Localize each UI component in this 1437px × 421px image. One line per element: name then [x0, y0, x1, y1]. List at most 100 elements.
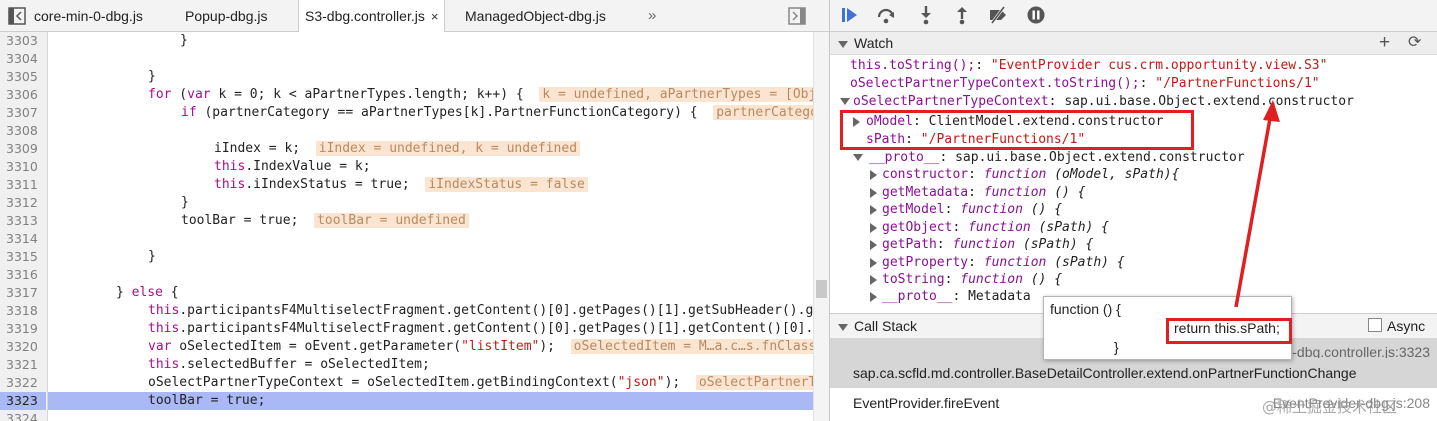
watch-section-header[interactable]: Watch + ⟳ [830, 31, 1437, 55]
watch-expression[interactable]: oSelectPartnerTypeContext.toString();: "… [850, 75, 1320, 93]
resume-icon[interactable] [840, 5, 860, 25]
line-number[interactable]: 3314 [0, 230, 46, 248]
current-execution-line: toolBar = true; [48, 392, 813, 410]
close-tab-icon[interactable]: × [431, 9, 439, 24]
code-text: } [116, 285, 132, 300]
code-line: } [48, 194, 813, 212]
function-args: (sPath) { [1015, 237, 1094, 252]
function-args: () { [1022, 272, 1063, 287]
code-line: oSelectPartnerTypeContext = oSelectedIte… [48, 374, 813, 392]
line-number[interactable]: 3316 [0, 266, 46, 284]
deactivate-breakpoints-icon[interactable] [988, 5, 1008, 25]
call-stack-frame[interactable]: sap.ca.scfld.md.controller.BaseDetailCon… [830, 358, 1437, 388]
code-text: iIndex = k; [214, 141, 301, 156]
line-number-gutter: 3303 3304 3305 3306 3307 3308 3309 3310 … [0, 32, 48, 421]
step-over-icon[interactable] [876, 5, 896, 25]
function-keyword: function [952, 237, 1016, 252]
line-number[interactable]: 3324 [0, 410, 46, 421]
popup-line: function () { [1050, 301, 1121, 317]
code-editor[interactable]: } } for (var k = 0; k < aPartnerTypes.le… [48, 32, 813, 421]
property-proto[interactable]: __proto__: sap.ui.base.Object.extend.con… [853, 149, 1245, 167]
popup-line: } [1114, 339, 1119, 355]
code-text: } [180, 33, 188, 48]
step-into-icon[interactable] [916, 5, 936, 25]
line-number[interactable]: 3307 [0, 104, 46, 122]
proto-member[interactable]: getModel: function () { [870, 201, 1062, 219]
line-number[interactable]: 3309 [0, 140, 46, 158]
line-number[interactable]: 3319 [0, 320, 46, 338]
tab-label: ManagedObject-dbg.js [465, 8, 606, 24]
proto-member[interactable]: __proto__: Metadata [870, 288, 1031, 306]
line-number[interactable]: 3313 [0, 212, 46, 230]
code-line: var oSelectedItem = oEvent.getParameter(… [48, 338, 813, 356]
code-text: { [162, 285, 179, 300]
code-line: this.IndexValue = k; [48, 158, 813, 176]
member-value: Metadata [968, 289, 1031, 304]
tab-s3-controller[interactable]: S3-dbg.controller.js × [298, 0, 446, 32]
proto-member[interactable]: toString: function () { [870, 271, 1062, 289]
keyword: this [148, 321, 180, 336]
keyword: var [187, 87, 211, 102]
editor-tab-bar: core-min-0-dbg.js Popup-dbg.js S3-dbg.co… [0, 0, 829, 32]
watch-expression-expanded[interactable]: oSelectPartnerTypeContext: sap.ui.base.O… [840, 93, 1354, 111]
pause-on-exceptions-icon[interactable] [1026, 5, 1046, 25]
line-number[interactable]: 3306 [0, 86, 46, 104]
proto-member[interactable]: getObject: function (sPath) { [870, 219, 1109, 237]
line-number[interactable]: 3320 [0, 338, 46, 356]
proto-member[interactable]: constructor: function (oModel, sPath){ [870, 166, 1179, 184]
string-literal: "listItem" [461, 339, 540, 354]
line-number[interactable]: 3305 [0, 68, 46, 86]
toggle-navigator-icon[interactable] [4, 0, 26, 31]
code-line: this.participantsF4MultiselectFragment.g… [48, 302, 813, 320]
tab-label: core-min-0-dbg.js [34, 8, 143, 24]
tab-core-min[interactable]: core-min-0-dbg.js [34, 0, 143, 31]
code-line: } [48, 32, 813, 50]
inline-value-annotation: iIndexStatus = false [425, 177, 588, 192]
code-text: .IndexValue = k; [245, 159, 371, 174]
chevron-right-icon [870, 257, 877, 268]
line-number[interactable]: 3312 [0, 194, 46, 212]
chevron-down-icon [853, 154, 863, 161]
member-key: constructor [882, 167, 969, 182]
step-out-icon[interactable] [952, 5, 972, 25]
line-number[interactable]: 3317 [0, 284, 46, 302]
line-number[interactable]: 3321 [0, 356, 46, 374]
debugger-toolbar [830, 0, 1437, 32]
frame-name: EventProvider.fireEvent [853, 395, 1000, 411]
add-expression-icon[interactable]: + [1379, 32, 1390, 54]
proto-member[interactable]: getMetadata: function () { [870, 184, 1086, 202]
chevron-down-icon [838, 40, 848, 48]
member-key: getModel [882, 202, 945, 217]
member-key: getPath [882, 237, 937, 252]
refresh-icon[interactable]: ⟳ [1408, 32, 1421, 54]
line-number[interactable]: 3315 [0, 248, 46, 266]
line-number[interactable]: 3310 [0, 158, 46, 176]
line-number[interactable]: 3318 [0, 302, 46, 320]
watch-expression[interactable]: this.toString();: "EventProvider cus.crm… [850, 57, 1327, 75]
proto-member[interactable]: getProperty: function (sPath) { [870, 254, 1125, 272]
async-checkbox[interactable] [1368, 318, 1382, 332]
line-number[interactable]: 3304 [0, 50, 46, 68]
function-args: () { [1046, 185, 1086, 200]
code-line: } [48, 248, 813, 266]
current-line-number[interactable]: 3323 [0, 392, 46, 410]
keyword: if [181, 105, 197, 120]
scrollbar-thumb[interactable] [816, 280, 827, 298]
function-args: (sPath) { [1030, 220, 1110, 235]
line-number[interactable]: 3322 [0, 374, 46, 392]
line-number[interactable]: 3308 [0, 122, 46, 140]
tab-managed-object[interactable]: ManagedObject-dbg.js [465, 0, 606, 31]
more-tabs-icon[interactable]: » [648, 0, 656, 31]
tab-popup[interactable]: Popup-dbg.js [185, 0, 268, 31]
tab-label: S3-dbg.controller.js [305, 8, 425, 24]
section-title: Watch [854, 35, 894, 51]
editor-scrollbar[interactable] [813, 32, 829, 421]
keyword: for [148, 87, 172, 102]
inline-value-annotation: oSelectPartnerTypeContext = Object [695, 375, 813, 390]
line-number[interactable]: 3303 [0, 32, 46, 50]
line-number[interactable]: 3311 [0, 176, 46, 194]
code-text: .participantsF4MultiselectFragment.getCo… [179, 303, 813, 318]
code-text: toolBar = true; [181, 213, 299, 228]
proto-member[interactable]: getPath: function (sPath) { [870, 236, 1093, 254]
inline-value-annotation: toolBar = undefined [314, 213, 469, 228]
